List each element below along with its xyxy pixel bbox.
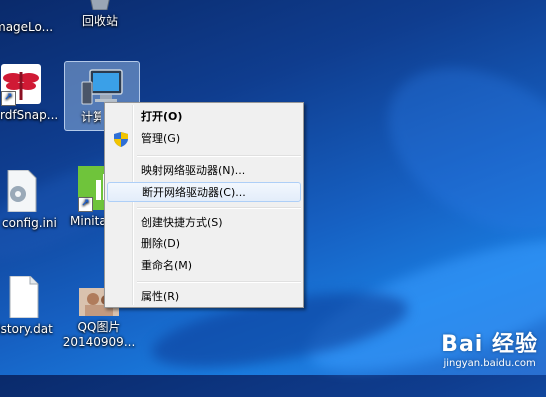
shortcut-arrow-icon: ↗	[1, 91, 16, 106]
desktop-icon-history-dat[interactable]: listory.dat	[0, 275, 64, 337]
baidu-jingyan-watermark: Bai 经验 jingyan.baidu.com	[441, 326, 538, 369]
desktop-icon-label: config.ini	[2, 216, 57, 230]
menu-item-label: 管理(G)	[141, 132, 181, 145]
desktop-icon-label: listory.dat	[0, 322, 53, 336]
desktop-icon-imagelo[interactable]: mageLo...	[0, 0, 64, 35]
computer-icon	[80, 68, 124, 106]
menu-item-delete[interactable]: 删除(D)	[107, 234, 301, 254]
menu-separator	[137, 207, 301, 209]
desktop-icon-label: mageLo...	[0, 20, 54, 34]
menu-item-disconnect-network-drive[interactable]: 断开网络驱动器(C)...	[107, 182, 301, 202]
uac-shield-icon	[114, 132, 128, 154]
shortcut-arrow-icon: ↗	[78, 197, 93, 212]
desktop-icon-config-ini[interactable]: config.ini	[0, 169, 64, 231]
settings-file-icon	[4, 169, 38, 213]
context-menu: 打开(O) 管理(G) 映射网络驱动器(N)... 断开网络驱动器(C)... …	[104, 102, 304, 308]
watermark-logo: Bai 经验	[441, 332, 538, 357]
menu-item-open[interactable]: 打开(O)	[107, 107, 301, 127]
menu-item-create-shortcut[interactable]: 创建快捷方式(S)	[107, 213, 301, 233]
desktop-icon-rdfsnap[interactable]: ↗ rdfSnap...	[0, 64, 66, 123]
menu-item-label: 重命名(M)	[141, 259, 193, 272]
menu-item-label: 删除(D)	[141, 237, 181, 250]
file-icon	[6, 275, 40, 319]
menu-separator	[137, 281, 301, 283]
menu-item-label: 创建快捷方式(S)	[141, 216, 223, 229]
menu-item-label: 属性(R)	[141, 290, 180, 303]
watermark-url: jingyan.baidu.com	[443, 358, 536, 369]
desktop-icon-label: 计算机	[81, 110, 101, 124]
menu-item-rename[interactable]: 重命名(M)	[107, 256, 301, 276]
dragonfly-icon: ↗	[1, 64, 41, 106]
menu-item-manage[interactable]: 管理(G)	[107, 129, 301, 149]
desktop-icon-label: QQ图片 20140909...	[62, 320, 136, 349]
menu-item-properties[interactable]: 属性(R)	[107, 287, 301, 307]
desktop-icon-recycle-bin[interactable]: 回收站	[63, 0, 137, 29]
menu-item-label: 打开(O)	[141, 110, 183, 123]
menu-item-label: 映射网络驱动器(N)...	[141, 164, 246, 177]
wallpaper-streak	[359, 34, 546, 266]
menu-item-map-network-drive[interactable]: 映射网络驱动器(N)...	[107, 161, 301, 181]
desktop-icon-label: rdfSnap...	[0, 108, 59, 122]
menu-item-label: 断开网络驱动器(C)...	[142, 186, 246, 199]
menu-separator	[137, 155, 301, 157]
desktop-icon-label: 回收站	[81, 14, 118, 28]
recycle-bin-icon	[87, 0, 113, 11]
